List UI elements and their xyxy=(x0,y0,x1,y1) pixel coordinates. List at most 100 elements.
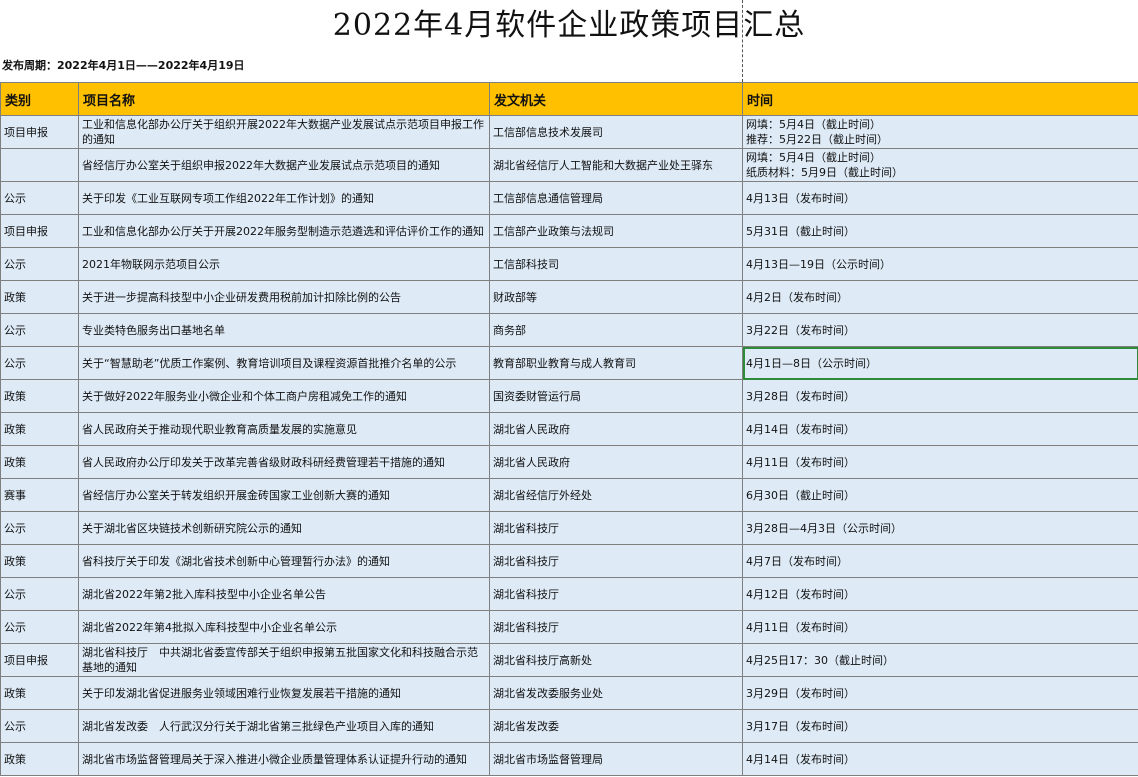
cell-project-name[interactable]: 湖北省科技厅 中共湖北省委宣传部关于组织申报第五批国家文化和科技融合示范基地的通… xyxy=(78,643,490,677)
cell-category[interactable]: 政策 xyxy=(0,280,79,314)
table-row: 政策 关于进一步提高科技型中小企业研发费用税前加计扣除比例的公告 财政部等 4月2日（… xyxy=(0,280,1138,314)
table-row: 公示 2021年物联网示范项目公示 工信部科技司 4月13日—19日（公示时间） xyxy=(0,247,1138,281)
cell-project-name[interactable]: 湖北省发改委 人行武汉分行关于湖北省第三批绿色产业项目入库的通知 xyxy=(78,709,490,743)
cell-project-name[interactable]: 关于“智慧助老”优质工作案例、教育培训项目及课程资源首批推介名单的公示 xyxy=(78,346,490,380)
cell-project-name[interactable]: 关于湖北省区块链技术创新研究院公示的通知 xyxy=(78,511,490,545)
cell-time[interactable]: 4月14日（发布时间） xyxy=(742,742,1138,776)
table-row: 项目申报 工业和信息化部办公厅关于组织开展2022年大数据产业发展试点示范项目申报… xyxy=(0,115,1138,149)
cell-time[interactable]: 4月11日（发布时间） xyxy=(742,445,1138,479)
cell-project-name[interactable]: 关于印发《工业互联网专项工作组2022年工作计划》的通知 xyxy=(78,181,490,215)
cell-project-name[interactable]: 省人民政府办公厅印发关于改革完善省级财政科研经费管理若干措施的通知 xyxy=(78,445,490,479)
cell-project-name[interactable]: 湖北省2022年第2批入库科技型中小企业名单公告 xyxy=(78,577,490,611)
cell-time[interactable]: 4月25日17：30（截止时间） xyxy=(742,643,1138,677)
table-row: 政策 湖北省市场监督管理局关于深入推进小微企业质量管理体系认证提升行动的通知 湖北省… xyxy=(0,742,1138,776)
cell-category[interactable]: 公示 xyxy=(0,610,79,644)
header-row: 类别 项目名称 发文机关 时间 xyxy=(0,82,1138,116)
cell-time[interactable]: 4月12日（发布时间） xyxy=(742,577,1138,611)
cell-project-name[interactable]: 关于印发湖北省促进服务业领域困难行业恢复发展若干措施的通知 xyxy=(78,676,490,710)
cell-category[interactable]: 项目申报 xyxy=(0,214,79,248)
cell-issuing-authority[interactable]: 湖北省科技厅 xyxy=(489,511,743,545)
cell-time[interactable]: 4月14日（发布时间） xyxy=(742,412,1138,446)
cell-issuing-authority[interactable]: 湖北省科技厅 xyxy=(489,544,743,578)
cell-category[interactable]: 政策 xyxy=(0,676,79,710)
header-time[interactable]: 时间 xyxy=(742,82,1138,116)
publish-period: 发布周期：2022年4月1日——2022年4月19日 xyxy=(2,59,245,72)
cell-category[interactable]: 公示 xyxy=(0,313,79,347)
cell-time[interactable]: 6月30日（截止时间） xyxy=(742,478,1138,512)
cell-category[interactable]: 政策 xyxy=(0,379,79,413)
cell-category[interactable]: 项目申报 xyxy=(0,643,79,677)
cell-time[interactable]: 3月17日（发布时间） xyxy=(742,709,1138,743)
cell-time[interactable]: 3月22日（发布时间） xyxy=(742,313,1138,347)
cell-project-name[interactable]: 省人民政府关于推动现代职业教育高质量发展的实施意见 xyxy=(78,412,490,446)
cell-issuing-authority[interactable]: 湖北省科技厅 xyxy=(489,610,743,644)
cell-category[interactable] xyxy=(0,148,79,182)
cell-issuing-authority[interactable]: 工信部信息技术发展司 xyxy=(489,115,743,149)
cell-category[interactable]: 政策 xyxy=(0,544,79,578)
cell-category[interactable]: 公示 xyxy=(0,346,79,380)
cell-category[interactable]: 公示 xyxy=(0,181,79,215)
cell-time[interactable]: 4月13日—19日（公示时间） xyxy=(742,247,1138,281)
cell-project-name[interactable]: 专业类特色服务出口基地名单 xyxy=(78,313,490,347)
table-row: 公示 关于印发《工业互联网专项工作组2022年工作计划》的通知 工信部信息通信管理局… xyxy=(0,181,1138,215)
cell-time[interactable]: 4月2日（发布时间） xyxy=(742,280,1138,314)
table-row: 政策 省人民政府办公厅印发关于改革完善省级财政科研经费管理若干措施的通知 湖北省人民… xyxy=(0,445,1138,479)
cell-issuing-authority[interactable]: 湖北省发改委 xyxy=(489,709,743,743)
cell-issuing-authority[interactable]: 湖北省科技厅 xyxy=(489,577,743,611)
cell-issuing-authority[interactable]: 湖北省发改委服务业处 xyxy=(489,676,743,710)
cell-category[interactable]: 公示 xyxy=(0,709,79,743)
cell-issuing-authority[interactable]: 湖北省科技厅高新处 xyxy=(489,643,743,677)
cell-category[interactable]: 政策 xyxy=(0,742,79,776)
cell-issuing-authority[interactable]: 工信部科技司 xyxy=(489,247,743,281)
cell-category[interactable]: 项目申报 xyxy=(0,115,79,149)
cell-issuing-authority[interactable]: 湖北省经信厅外经处 xyxy=(489,478,743,512)
cell-time[interactable]: 4月7日（发布时间） xyxy=(742,544,1138,578)
table-row: 公示 专业类特色服务出口基地名单 商务部 3月22日（发布时间） xyxy=(0,313,1138,347)
cell-time[interactable]: 3月28日（发布时间） xyxy=(742,379,1138,413)
header-project-name[interactable]: 项目名称 xyxy=(78,82,490,116)
cell-project-name[interactable]: 省科技厅关于印发《湖北省技术创新中心管理暂行办法》的通知 xyxy=(78,544,490,578)
cell-project-name[interactable]: 工业和信息化部办公厅关于组织开展2022年大数据产业发展试点示范项目申报工作的通… xyxy=(78,115,490,149)
table-row: 省经信厅办公室关于组织申报2022年大数据产业发展试点示范项目的通知 湖北省经信厅… xyxy=(0,148,1138,182)
cell-issuing-authority[interactable]: 商务部 xyxy=(489,313,743,347)
table-row: 政策 关于做好2022年服务业小微企业和个体工商户房租减免工作的通知 国资委财管运行… xyxy=(0,379,1138,413)
cell-category[interactable]: 政策 xyxy=(0,445,79,479)
cell-time[interactable]: 5月31日（截止时间） xyxy=(742,214,1138,248)
cell-issuing-authority[interactable]: 湖北省经信厅人工智能和大数据产业处王驿东 xyxy=(489,148,743,182)
cell-project-name[interactable]: 工业和信息化部办公厅关于开展2022年服务型制造示范遴选和评估评价工作的通知 xyxy=(78,214,490,248)
table-row: 政策 省科技厅关于印发《湖北省技术创新中心管理暂行办法》的通知 湖北省科技厅 4月7日… xyxy=(0,544,1138,578)
cell-time[interactable]: 3月28日—4月3日（公示时间） xyxy=(742,511,1138,545)
header-category[interactable]: 类别 xyxy=(0,82,79,116)
policy-table: 类别 项目名称 发文机关 时间 项目申报 工业和信息化部办公厅关于组织开展2022… xyxy=(0,82,1138,776)
cell-time[interactable]: 3月29日（发布时间） xyxy=(742,676,1138,710)
cell-category[interactable]: 公示 xyxy=(0,577,79,611)
cell-project-name[interactable]: 湖北省2022年第4批拟入库科技型中小企业名单公示 xyxy=(78,610,490,644)
cell-time[interactable]: 网填：5月4日（截止时间） 推荐：5月22日（截止时间） xyxy=(742,115,1138,149)
cell-issuing-authority[interactable]: 湖北省人民政府 xyxy=(489,412,743,446)
cell-category[interactable]: 公示 xyxy=(0,511,79,545)
cell-project-name[interactable]: 省经信厅办公室关于转发组织开展金砖国家工业创新大赛的通知 xyxy=(78,478,490,512)
cell-time[interactable]: 4月13日（发布时间） xyxy=(742,181,1138,215)
table-row: 公示 湖北省发改委 人行武汉分行关于湖北省第三批绿色产业项目入库的通知 湖北省发改委… xyxy=(0,709,1138,743)
cell-issuing-authority[interactable]: 国资委财管运行局 xyxy=(489,379,743,413)
cell-category[interactable]: 政策 xyxy=(0,412,79,446)
cell-issuing-authority[interactable]: 工信部产业政策与法规司 xyxy=(489,214,743,248)
sheet-title: 2022年4月软件企业政策项目汇总 xyxy=(332,8,806,43)
cell-time[interactable]: 4月1日—8日（公示时间） xyxy=(742,346,1138,380)
header-issuing-authority[interactable]: 发文机关 xyxy=(489,82,743,116)
cell-issuing-authority[interactable]: 工信部信息通信管理局 xyxy=(489,181,743,215)
cell-project-name[interactable]: 湖北省市场监督管理局关于深入推进小微企业质量管理体系认证提升行动的通知 xyxy=(78,742,490,776)
table-row: 公示 关于“智慧助老”优质工作案例、教育培训项目及课程资源首批推介名单的公示 教育部… xyxy=(0,346,1138,380)
cell-time[interactable]: 网填：5月4日（截止时间） 纸质材料：5月9日（截止时间） xyxy=(742,148,1138,182)
cell-category[interactable]: 赛事 xyxy=(0,478,79,512)
cell-issuing-authority[interactable]: 湖北省人民政府 xyxy=(489,445,743,479)
cell-project-name[interactable]: 省经信厅办公室关于组织申报2022年大数据产业发展试点示范项目的通知 xyxy=(78,148,490,182)
cell-issuing-authority[interactable]: 教育部职业教育与成人教育司 xyxy=(489,346,743,380)
cell-project-name[interactable]: 关于进一步提高科技型中小企业研发费用税前加计扣除比例的公告 xyxy=(78,280,490,314)
cell-time[interactable]: 4月11日（发布时间） xyxy=(742,610,1138,644)
cell-issuing-authority[interactable]: 财政部等 xyxy=(489,280,743,314)
cell-project-name[interactable]: 2021年物联网示范项目公示 xyxy=(78,247,490,281)
cell-issuing-authority[interactable]: 湖北省市场监督管理局 xyxy=(489,742,743,776)
cell-project-name[interactable]: 关于做好2022年服务业小微企业和个体工商户房租减免工作的通知 xyxy=(78,379,490,413)
cell-category[interactable]: 公示 xyxy=(0,247,79,281)
